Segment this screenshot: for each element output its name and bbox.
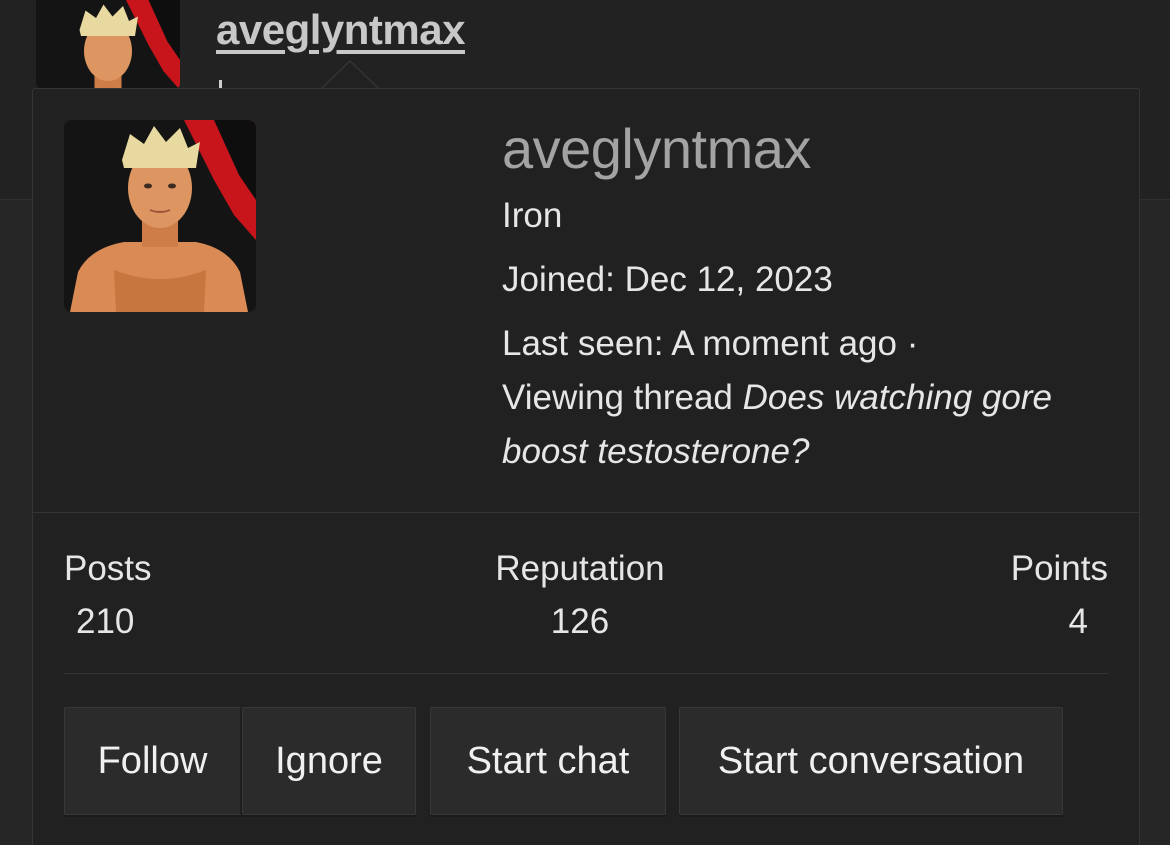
member-user-title: Iron [502,196,563,235]
member-stats: Posts 210 Reputation 126 Points 4 [64,544,1108,674]
joined-date: Dec 12, 2023 [624,260,833,299]
member-joined: Joined: Dec 12, 2023 [502,253,1102,307]
stat-posts-label: Posts [64,549,152,588]
activity-prefix: Viewing thread [502,378,733,417]
member-tooltip-header: aveglyntmax Iron Joined: Dec 12, 2023 La… [33,89,1139,513]
member-avatar[interactable] [64,120,256,312]
avatar-image-icon [36,0,180,88]
post-avatar[interactable] [36,0,180,88]
member-last-seen: Last seen: A moment ago · Viewing thread… [502,317,1102,479]
avatar-image-icon [64,120,256,312]
stat-reputation-value: 126 [550,602,610,641]
start-chat-button[interactable]: Start chat [430,707,666,815]
tooltip-arrow-inner [322,62,378,89]
follow-button[interactable]: Follow [64,707,242,815]
post-username-link[interactable]: aveglyntmax [216,6,465,54]
ignore-button[interactable]: Ignore [242,707,416,815]
stat-reputation[interactable]: Reputation 126 [492,544,668,650]
start-conversation-button[interactable]: Start conversation [679,707,1063,815]
stat-posts-value: 210 [76,602,135,641]
member-info: aveglyntmax Iron Joined: Dec 12, 2023 La… [502,117,1102,479]
stat-points[interactable]: Points 4 [1011,544,1108,650]
member-username[interactable]: aveglyntmax [502,117,1102,181]
stat-reputation-label: Reputation [495,549,665,588]
page: aveglyntmax aveglyntmax Iron Joined: Dec… [0,0,1170,845]
stat-points-value: 4 [1068,602,1088,641]
joined-label: Joined: [502,260,615,299]
stat-points-label: Points [1010,549,1108,588]
member-tooltip: aveglyntmax Iron Joined: Dec 12, 2023 La… [32,88,1140,845]
last-seen-value: A moment ago · [671,324,919,363]
last-seen-label: Last seen: [502,324,664,363]
stat-posts[interactable]: Posts 210 [64,544,152,650]
